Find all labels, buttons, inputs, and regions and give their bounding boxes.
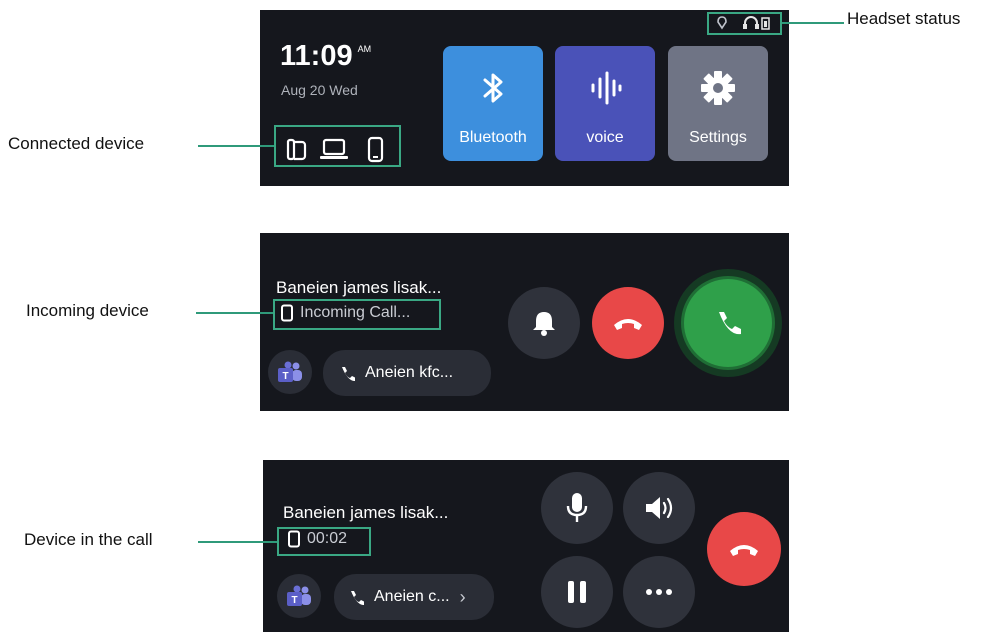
phone-answer-icon xyxy=(719,312,741,335)
voice-tile[interactable]: voice xyxy=(555,46,655,161)
am-pm-label: AM xyxy=(357,44,372,54)
settings-tile-label: Settings xyxy=(689,129,747,146)
speaker-volume-button[interactable] xyxy=(623,472,695,544)
headset-status-label: Headset status xyxy=(847,9,961,28)
answer-call-button[interactable] xyxy=(684,279,772,367)
connected-device-leader xyxy=(198,145,274,147)
connected-device-label: Connected device xyxy=(8,134,145,153)
microphone-icon xyxy=(566,493,588,522)
date-label: Aug 20 Wed xyxy=(281,82,358,98)
svg-text:T: T xyxy=(291,595,297,606)
second-call-label: Aneien kfc... xyxy=(365,364,454,381)
more-options-button[interactable] xyxy=(623,556,695,628)
bluetooth-tile-label: Bluetooth xyxy=(459,129,527,146)
hang-up-icon xyxy=(730,545,758,556)
decline-call-button[interactable] xyxy=(592,287,664,359)
hang-up-icon xyxy=(614,319,642,330)
incoming-device-highlight xyxy=(273,299,441,330)
voice-wave-icon xyxy=(591,71,622,105)
teams-app-button[interactable]: T xyxy=(277,574,321,618)
bell-icon xyxy=(533,312,555,336)
clock-time: 11:09 AM xyxy=(280,40,371,73)
chevron-right-icon: › xyxy=(459,586,466,607)
bluetooth-icon xyxy=(483,73,503,103)
teams-app-button[interactable]: T xyxy=(268,350,312,394)
phone-icon xyxy=(351,591,364,605)
second-call-label: Aneien c... xyxy=(374,588,450,605)
svg-text:T: T xyxy=(282,371,288,382)
mute-ringer-button[interactable] xyxy=(508,287,580,359)
headset-status-leader xyxy=(782,22,844,24)
incoming-device-leader xyxy=(196,312,273,314)
microphone-button[interactable] xyxy=(541,472,613,544)
device-in-call-label: Device in the call xyxy=(24,530,153,549)
teams-icon: T xyxy=(278,361,302,382)
incoming-caller-name: Baneien james lisak... xyxy=(276,278,442,297)
answer-call-button-glow xyxy=(674,269,782,377)
hold-button[interactable] xyxy=(541,556,613,628)
settings-tile[interactable]: Settings xyxy=(668,46,768,161)
more-dots-icon xyxy=(646,589,672,595)
incoming-device-label: Incoming device xyxy=(26,301,149,320)
gear-icon xyxy=(701,71,735,105)
headset-status-highlight xyxy=(707,12,782,35)
voice-tile-label: voice xyxy=(586,129,624,146)
second-call-pill[interactable]: Aneien c... › xyxy=(334,574,494,620)
bluetooth-tile[interactable]: Bluetooth xyxy=(443,46,543,161)
time-value: 11:09 xyxy=(280,40,353,72)
teams-icon: T xyxy=(287,585,311,606)
connected-device-highlight xyxy=(274,125,401,167)
second-call-pill[interactable]: Aneien kfc... xyxy=(323,350,491,396)
phone-icon xyxy=(342,367,355,381)
device-in-call-leader xyxy=(198,541,277,543)
device-in-call-highlight xyxy=(277,527,371,556)
speaker-volume-icon xyxy=(646,497,673,519)
end-call-button[interactable] xyxy=(707,512,781,586)
pause-icon xyxy=(568,581,586,603)
in-call-caller-name: Baneien james lisak... xyxy=(283,503,449,522)
